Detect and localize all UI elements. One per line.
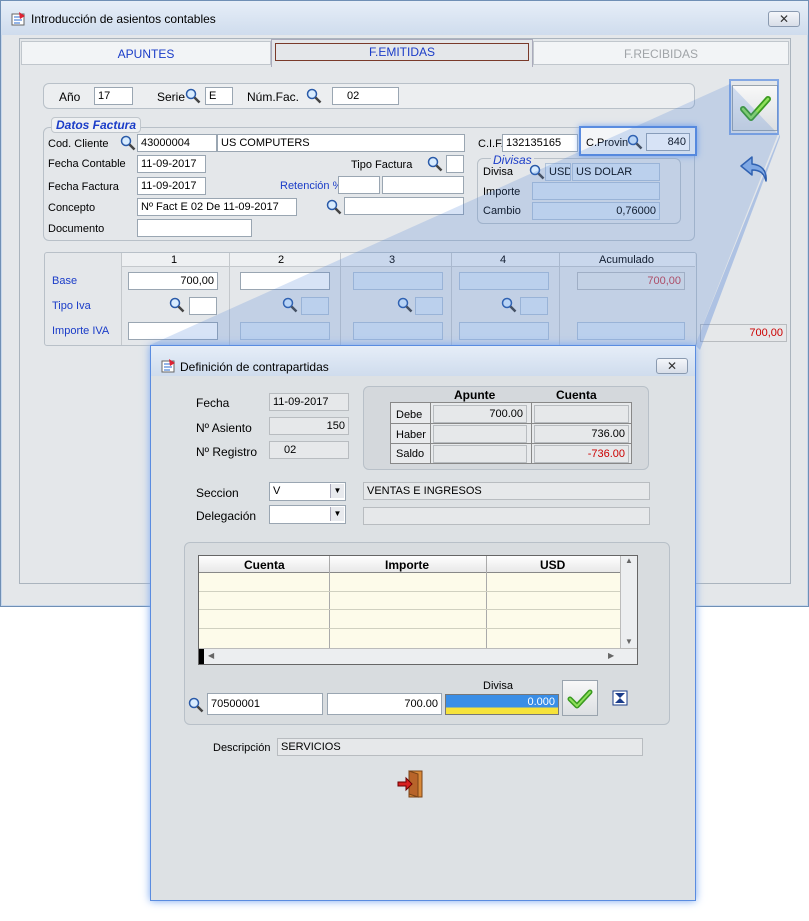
- registro-field: 02: [269, 441, 349, 459]
- contrapartidas-dialog: Definición de contrapartidas ✕ Fecha 11-…: [150, 345, 696, 901]
- summary-col-cuenta: Cuenta: [556, 388, 597, 402]
- table-vscrollbar[interactable]: ▲ ▼: [620, 556, 637, 648]
- entry-check-icon: [567, 689, 593, 709]
- delegacion-select[interactable]: ▼: [269, 505, 346, 524]
- row-marker-icon: [199, 649, 204, 664]
- summary-colline-1: [430, 402, 431, 464]
- table-colline-2: [486, 556, 487, 648]
- col-importe-header: Importe: [385, 558, 430, 572]
- summary-colline-2: [531, 402, 532, 464]
- descripcion-label: Descripción: [213, 742, 271, 754]
- debe-cuenta-field: [534, 405, 629, 423]
- seccion-label: Seccion: [196, 486, 239, 500]
- fecha-field: 11-09-2017: [269, 393, 349, 411]
- summary-rowline-2: [390, 443, 632, 444]
- entry-cuenta-field[interactable]: 70500001: [207, 693, 323, 715]
- dialog-title: Definición de contrapartidas: [180, 360, 329, 374]
- dialog-close-button[interactable]: ✕: [656, 358, 688, 374]
- delegacion-dropdown-icon[interactable]: ▼: [330, 507, 344, 521]
- scroll-right-icon[interactable]: ▶: [608, 651, 614, 660]
- exit-door-icon[interactable]: [395, 768, 427, 800]
- entry-divisa-field[interactable]: 0.000: [445, 694, 559, 715]
- hourglass-icon[interactable]: [612, 690, 628, 706]
- dialog-app-icon: [161, 359, 175, 373]
- scroll-down-icon[interactable]: ▼: [625, 637, 633, 646]
- seccion-value: V: [273, 485, 281, 497]
- debe-label: Debe: [396, 409, 423, 421]
- table-row-1: [199, 591, 620, 592]
- entry-cuenta-search-icon[interactable]: [188, 697, 204, 713]
- table-hscrollbar[interactable]: ◀ ▶: [199, 648, 637, 664]
- asiento-field: 150: [269, 417, 349, 435]
- summary-col-apunte: Apunte: [454, 388, 496, 402]
- delegacion-desc-field: [363, 507, 650, 525]
- delegacion-label: Delegación: [196, 509, 257, 523]
- seccion-select[interactable]: V ▼: [269, 482, 346, 501]
- scroll-up-icon[interactable]: ▲: [621, 556, 637, 565]
- entry-importe-field[interactable]: 700.00: [327, 693, 442, 715]
- entry-divisa-label: Divisa: [483, 680, 513, 692]
- saldo-label: Saldo: [396, 448, 425, 460]
- haber-label: Haber: [396, 429, 426, 441]
- table-row-3: [199, 628, 620, 629]
- asiento-label: Nº Asiento: [196, 421, 252, 435]
- table-row-2: [199, 609, 620, 610]
- seccion-dropdown-icon[interactable]: ▼: [330, 484, 344, 498]
- descripcion-field: SERVICIOS: [277, 738, 643, 756]
- haber-apunte-field: [433, 425, 527, 443]
- scroll-left-icon[interactable]: ◀: [208, 651, 214, 660]
- fecha-label: Fecha: [196, 396, 230, 410]
- seccion-desc-field: VENTAS E INGRESOS: [363, 482, 650, 500]
- col-usd-header: USD: [540, 558, 566, 572]
- saldo-cuenta-field: -736.00: [534, 445, 629, 463]
- col-cuenta-header: Cuenta: [244, 558, 285, 572]
- entry-confirm-button[interactable]: [562, 680, 598, 716]
- haber-cuenta-field: 736.00: [534, 425, 629, 443]
- registro-label: Nº Registro: [196, 445, 258, 459]
- debe-apunte-field: 700.00: [433, 405, 527, 423]
- summary-rowline-1: [390, 423, 632, 424]
- saldo-apunte-field: [433, 445, 527, 463]
- table-colline-1: [329, 556, 330, 648]
